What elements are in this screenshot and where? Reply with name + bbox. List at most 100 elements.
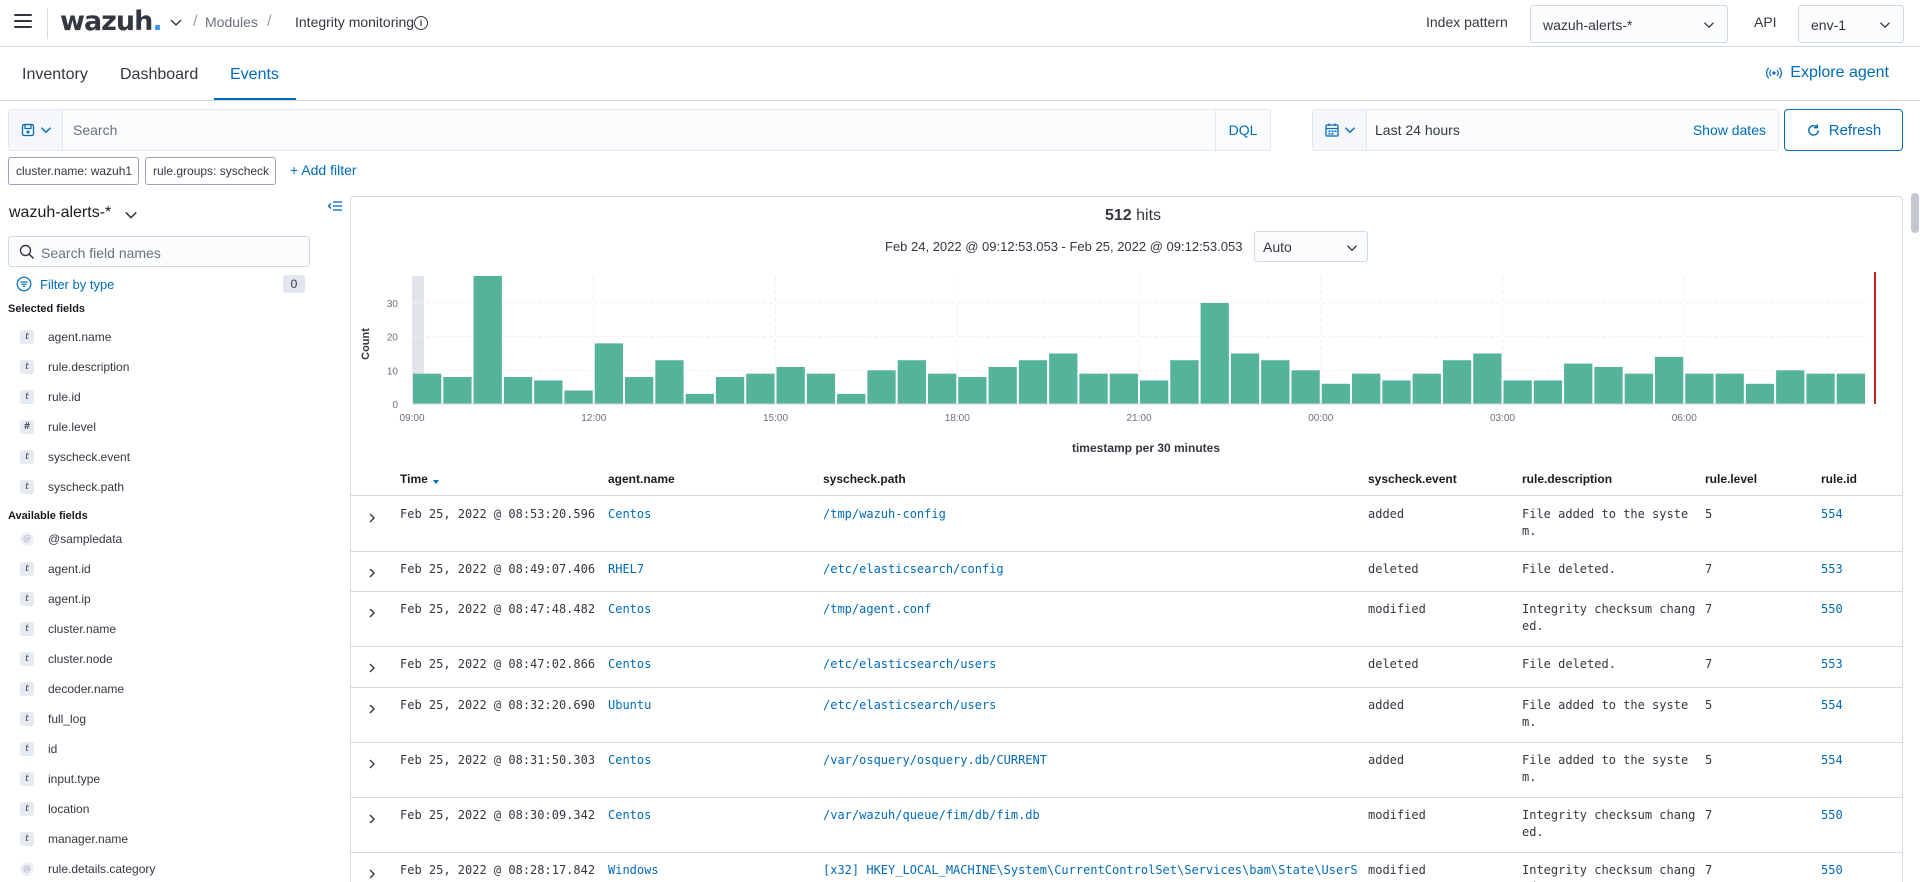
table-row[interactable]: Feb 25, 2022 @ 08:31:50.303 Centos/var/os… (351, 742, 1902, 797)
field-item[interactable]: t full_log (20, 709, 86, 729)
field-item[interactable]: t id (20, 739, 57, 759)
field-item[interactable]: t cluster.name (20, 619, 116, 639)
expand-row-icon[interactable] (366, 813, 378, 825)
syscheck-path-link[interactable]: /tmp/agent.conf (823, 601, 931, 618)
table-row[interactable]: Feb 25, 2022 @ 08:47:48.482 Centos/tmp/ag… (351, 591, 1902, 646)
breadcrumb-modules[interactable]: Modules (205, 14, 258, 30)
syscheck-path-link[interactable]: /etc/elasticsearch/config (823, 561, 1004, 578)
menu-icon[interactable] (14, 14, 32, 30)
filter-pill-cluster[interactable]: cluster.name: wazuh1 (8, 157, 139, 185)
agent-name-link[interactable]: Centos (608, 752, 651, 769)
field-item[interactable]: t agent.name (20, 327, 111, 347)
rule-id-link[interactable]: 554 (1821, 697, 1843, 714)
scrollbar-thumb[interactable] (1911, 193, 1919, 233)
table-row[interactable]: Feb 25, 2022 @ 08:53:20.596 Centos/tmp/wa… (351, 496, 1902, 551)
field-item[interactable]: t agent.ip (20, 589, 91, 609)
column-header[interactable]: rule.level (1705, 472, 1757, 486)
saved-queries-button[interactable] (9, 110, 63, 150)
syscheck-path-link[interactable]: [x32] HKEY_LOCAL_MACHINE\System\CurrentC… (823, 862, 1358, 879)
column-header[interactable]: syscheck.event (1368, 472, 1457, 486)
query-language-button[interactable]: DQL (1215, 110, 1270, 150)
agent-name-link[interactable]: Windows (608, 862, 659, 879)
expand-row-icon[interactable] (366, 703, 378, 715)
filter-pill-rule-groups[interactable]: rule.groups: syscheck (145, 157, 276, 185)
index-pattern-title[interactable]: wazuh-alerts-* (9, 204, 111, 222)
filter-by-type-button[interactable]: Filter by type (16, 276, 114, 292)
events-histogram[interactable]: 0 10 20 30 09:00 12:00 15:00 18:00 21:00 00:00 03:… (355, 268, 1885, 468)
syscheck-path-link[interactable]: /etc/elasticsearch/users (823, 697, 996, 714)
explore-agent-button[interactable]: Explore agent (1766, 64, 1889, 82)
syscheck-path-link[interactable]: /tmp/wazuh-config (823, 506, 946, 523)
expand-row-icon[interactable] (366, 607, 378, 619)
quick-date-button[interactable] (1313, 110, 1367, 150)
api-select[interactable]: env-1 (1798, 5, 1904, 43)
rule-id-link[interactable]: 550 (1821, 807, 1843, 824)
rule-id-link[interactable]: 553 (1821, 656, 1843, 673)
rule-id-link[interactable]: 554 (1821, 506, 1843, 523)
page-scrollbar[interactable] (1910, 193, 1920, 882)
sort-desc-icon[interactable] (431, 477, 441, 487)
agent-name-link[interactable]: Centos (608, 656, 651, 673)
field-item[interactable]: t location (20, 799, 89, 819)
info-icon[interactable]: i (414, 16, 428, 30)
chevron-down-icon[interactable] (124, 208, 138, 222)
table-row[interactable]: Feb 25, 2022 @ 08:30:09.342 Centos/var/wa… (351, 797, 1902, 852)
rule-id-link[interactable]: 550 (1821, 601, 1843, 618)
date-range-value[interactable]: Last 24 hours (1375, 122, 1460, 138)
field-item[interactable]: t input.type (20, 769, 100, 789)
field-item[interactable]: @ @sampledata (20, 529, 122, 549)
collapse-sidebar-icon[interactable] (327, 198, 343, 214)
table-row[interactable]: Feb 25, 2022 @ 08:32:20.690 Ubuntu/etc/el… (351, 687, 1902, 742)
column-header[interactable]: rule.id (1821, 472, 1857, 486)
add-filter-button[interactable]: + Add filter (290, 162, 357, 178)
rule-id-link[interactable]: 550 (1821, 862, 1843, 879)
expand-row-icon[interactable] (366, 662, 378, 674)
wazuh-logo[interactable]: wazuh. (60, 6, 163, 37)
expand-row-icon[interactable] (366, 758, 378, 770)
tab-inventory[interactable]: Inventory (22, 66, 88, 84)
breadcrumb-separator: / (193, 13, 198, 30)
rule-id-link[interactable]: 553 (1821, 561, 1843, 578)
field-item[interactable]: t agent.id (20, 559, 91, 579)
refresh-button[interactable]: Refresh (1784, 109, 1903, 151)
rule-level-cell: 7 (1705, 808, 1713, 822)
syscheck-path-link[interactable]: /var/osquery/osquery.db/CURRENT (823, 752, 1047, 769)
field-item[interactable]: t rule.description (20, 357, 129, 377)
field-item[interactable]: t decoder.name (20, 679, 124, 699)
agent-name-link[interactable]: Centos (608, 506, 651, 523)
interval-select[interactable]: Auto (1254, 231, 1368, 262)
expand-row-icon[interactable] (366, 868, 378, 880)
agent-name-link[interactable]: RHEL7 (608, 561, 644, 578)
rule-id-link[interactable]: 554 (1821, 752, 1843, 769)
rule-level-cell: 7 (1705, 657, 1713, 671)
syscheck-path-link[interactable]: /var/wazuh/queue/fim/db/fim.db (823, 807, 1040, 824)
table-row[interactable]: Feb 25, 2022 @ 08:47:02.866 Centos/etc/el… (351, 646, 1902, 687)
column-header[interactable]: syscheck.path (823, 472, 906, 486)
column-header[interactable]: rule.description (1522, 472, 1612, 486)
field-item[interactable]: t syscheck.path (20, 477, 124, 497)
tab-events[interactable]: Events (230, 66, 279, 84)
column-header[interactable]: agent.name (608, 472, 675, 486)
field-item[interactable]: # rule.level (20, 417, 96, 437)
agent-name-link[interactable]: Centos (608, 601, 651, 618)
syscheck-path-link[interactable]: /etc/elasticsearch/users (823, 656, 996, 673)
expand-row-icon[interactable] (366, 567, 378, 579)
field-item[interactable]: @ rule.details.category (20, 859, 155, 879)
tab-dashboard[interactable]: Dashboard (120, 66, 198, 84)
chevron-down-icon[interactable] (168, 14, 184, 30)
table-row[interactable]: Feb 25, 2022 @ 08:28:17.842 Windows [x32] … (351, 852, 1902, 882)
index-pattern-select[interactable]: wazuh-alerts-* (1530, 5, 1728, 43)
table-row[interactable]: Feb 25, 2022 @ 08:49:07.406 RHEL7/etc/ela… (351, 551, 1902, 591)
agent-name-link[interactable]: Centos (608, 807, 651, 824)
chevron-down-icon (1344, 127, 1355, 134)
show-dates-link[interactable]: Show dates (1693, 122, 1766, 138)
expand-row-icon[interactable] (366, 512, 378, 524)
agent-name-link[interactable]: Ubuntu (608, 697, 651, 714)
column-header[interactable]: Time (400, 472, 428, 486)
field-search-input[interactable]: Search field names (8, 236, 310, 267)
search-input[interactable]: Search (73, 122, 117, 138)
field-item[interactable]: t manager.name (20, 829, 128, 849)
field-item[interactable]: t syscheck.event (20, 447, 130, 467)
field-item[interactable]: t cluster.node (20, 649, 113, 669)
field-item[interactable]: t rule.id (20, 387, 81, 407)
